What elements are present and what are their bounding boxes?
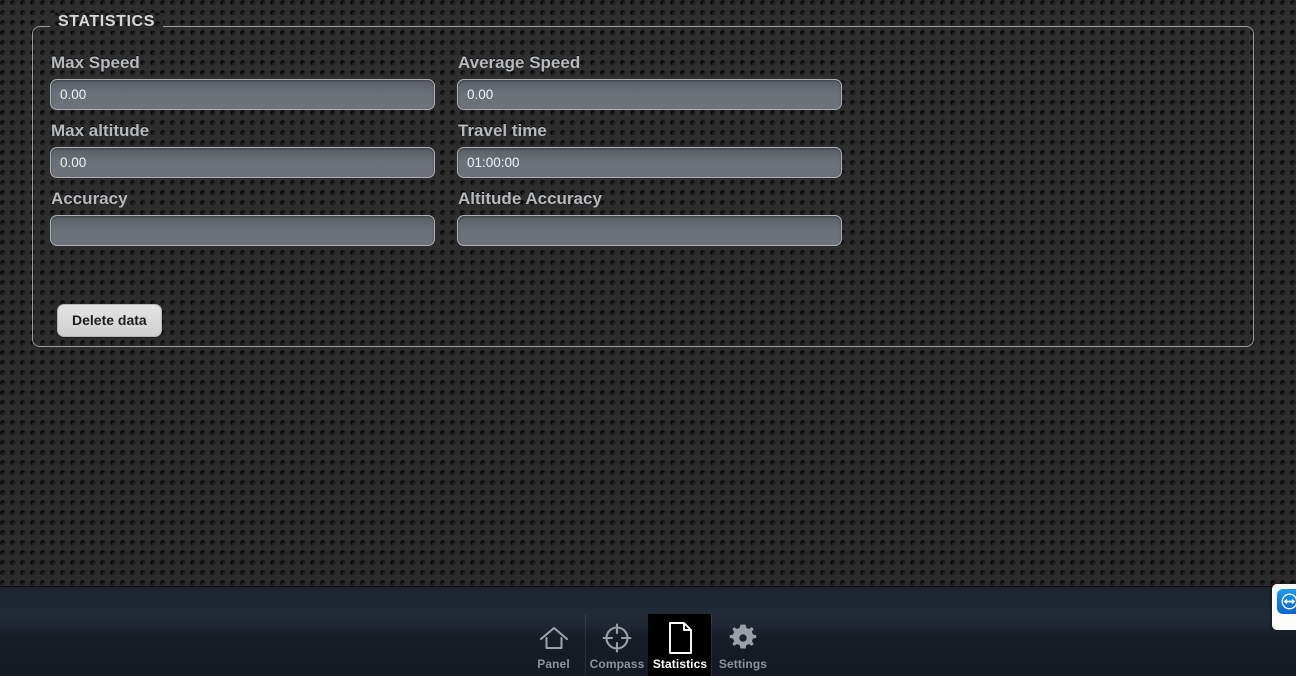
- tab-panel-label: Panel: [537, 657, 570, 671]
- statistics-form: Max Speed Average Speed Max altitude Tra…: [33, 27, 1253, 246]
- tab-compass[interactable]: Compass: [585, 614, 648, 676]
- field-max-speed: Max Speed: [50, 42, 435, 110]
- label-accuracy: Accuracy: [51, 189, 128, 208]
- delete-data-button[interactable]: Delete data: [57, 304, 162, 337]
- field-altitude-accuracy: Altitude Accuracy: [457, 178, 842, 246]
- compass-icon: [601, 621, 633, 655]
- document-icon: [665, 621, 695, 655]
- input-accuracy[interactable]: [50, 215, 435, 246]
- input-travel-time[interactable]: [457, 147, 842, 178]
- main-content: STATISTICS Max Speed Average Speed Max a…: [0, 0, 1296, 586]
- tab-settings[interactable]: Settings: [711, 614, 774, 676]
- tab-settings-label: Settings: [718, 657, 768, 671]
- teamviewer-flag[interactable]: [1272, 584, 1296, 630]
- input-average-speed[interactable]: [457, 79, 842, 110]
- label-altitude-accuracy: Altitude Accuracy: [458, 189, 602, 208]
- field-travel-time: Travel time: [457, 110, 842, 178]
- label-average-speed: Average Speed: [458, 53, 581, 72]
- field-accuracy: Accuracy: [50, 178, 435, 246]
- field-average-speed: Average Speed: [457, 42, 842, 110]
- gear-icon: [728, 621, 758, 655]
- tab-statistics-label: Statistics: [652, 657, 708, 671]
- home-icon: [538, 621, 570, 655]
- label-max-speed: Max Speed: [51, 53, 140, 72]
- field-max-altitude: Max altitude: [50, 110, 435, 178]
- input-max-speed[interactable]: [50, 79, 435, 110]
- statistics-panel: STATISTICS Max Speed Average Speed Max a…: [32, 13, 1254, 347]
- label-travel-time: Travel time: [458, 121, 547, 140]
- tab-statistics[interactable]: Statistics: [648, 614, 711, 676]
- input-altitude-accuracy[interactable]: [457, 215, 842, 246]
- app-window: STATISTICS Max Speed Average Speed Max a…: [0, 0, 1296, 676]
- tab-compass-label: Compass: [589, 657, 645, 671]
- tab-panel[interactable]: Panel: [522, 614, 585, 676]
- bottom-tabbar: Panel Compass Statistics Settings: [0, 586, 1296, 676]
- input-max-altitude[interactable]: [50, 147, 435, 178]
- tab-list: Panel Compass Statistics Settings: [0, 614, 1296, 676]
- label-max-altitude: Max altitude: [51, 121, 150, 140]
- teamviewer-icon[interactable]: [1277, 589, 1296, 614]
- delete-data-row: Delete data: [57, 304, 162, 337]
